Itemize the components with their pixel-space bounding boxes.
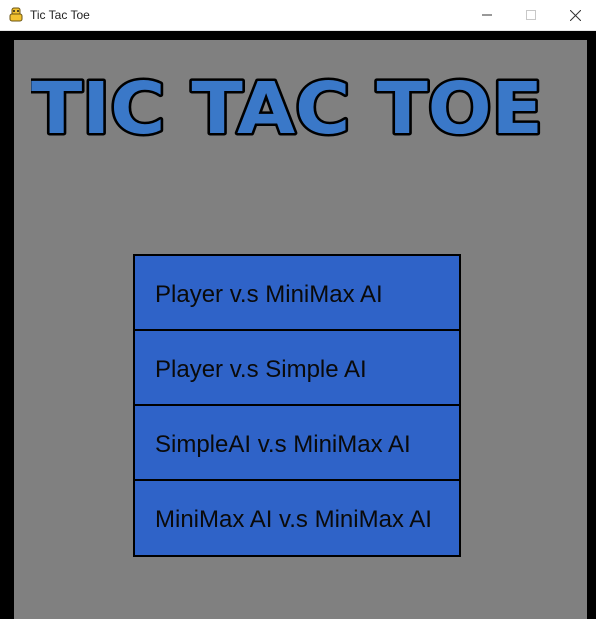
mode-button-player-vs-simple[interactable]: Player v.s Simple AI — [135, 331, 459, 406]
python-snake-icon — [8, 7, 24, 23]
mode-button-simple-vs-minimax[interactable]: SimpleAI v.s MiniMax AI — [135, 406, 459, 481]
mode-button-label: Player v.s Simple AI — [155, 355, 367, 383]
maximize-icon — [526, 10, 536, 20]
mode-button-label: SimpleAI v.s MiniMax AI — [155, 430, 411, 458]
mode-menu: Player v.s MiniMax AI Player v.s Simple … — [133, 254, 461, 557]
close-button[interactable] — [552, 0, 596, 30]
mode-button-label: Player v.s MiniMax AI — [155, 280, 383, 308]
minimize-icon — [482, 14, 492, 16]
game-logo: TIC TAC TOE — [31, 73, 546, 145]
game-client-area: TIC TAC TOE Player v.s MiniMax AI Player… — [0, 31, 596, 619]
close-icon — [569, 9, 581, 21]
game-surface: TIC TAC TOE Player v.s MiniMax AI Player… — [14, 40, 587, 619]
mode-button-minimax-vs-minimax[interactable]: MiniMax AI v.s MiniMax AI — [135, 481, 459, 555]
maximize-button[interactable] — [508, 0, 554, 30]
app-window: Tic Tac Toe TIC TAC TOE Player v.s MiniM… — [0, 0, 596, 619]
logo-text: TIC TAC TOE — [31, 73, 543, 145]
title-bar[interactable]: Tic Tac Toe — [0, 0, 596, 31]
window-title: Tic Tac Toe — [30, 8, 90, 22]
mode-button-player-vs-minimax[interactable]: Player v.s MiniMax AI — [135, 256, 459, 331]
minimize-button[interactable] — [464, 0, 510, 30]
mode-button-label: MiniMax AI v.s MiniMax AI — [155, 506, 432, 533]
